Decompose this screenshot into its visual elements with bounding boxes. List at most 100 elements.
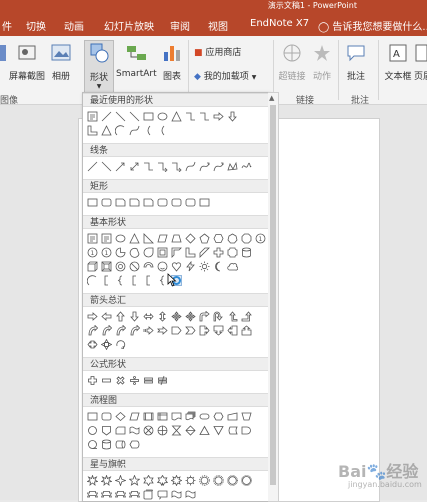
scroll-up-icon[interactable]: ▲ <box>269 94 274 102</box>
fc-doc-shape-icon[interactable] <box>171 411 182 422</box>
arrow-ud-shape-icon[interactable] <box>157 311 168 322</box>
pent-shape-icon[interactable] <box>199 233 210 244</box>
elbow-shape-icon[interactable] <box>185 111 196 122</box>
circle-n-shape-icon[interactable]: 1 <box>87 247 98 258</box>
rtri-shape-icon[interactable] <box>143 233 154 244</box>
star32-shape-icon[interactable] <box>241 475 252 486</box>
fc-manualop-shape-icon[interactable] <box>241 411 252 422</box>
round-rect-shape-icon[interactable] <box>171 197 182 208</box>
arrow-quad-shape-icon[interactable] <box>171 311 182 322</box>
fc-delay-shape-icon[interactable] <box>241 425 252 436</box>
sun-shape-icon[interactable] <box>199 261 210 272</box>
freeform-shape-icon[interactable] <box>227 161 238 172</box>
tell-me-box[interactable]: ◯ 告诉我您想要做什么... <box>318 18 427 33</box>
smartart-button[interactable]: SmartArt <box>116 42 157 79</box>
tab-transitions[interactable]: 切换 <box>26 18 46 33</box>
line-diag-shape-icon[interactable] <box>115 111 126 122</box>
fc-connector-shape-icon[interactable] <box>87 425 98 436</box>
teardrop-shape-icon[interactable] <box>143 247 154 258</box>
circle-n-shape-icon[interactable]: 1 <box>101 247 112 258</box>
fc-sort-shape-icon[interactable] <box>185 425 196 436</box>
fc-junction-shape-icon[interactable] <box>143 425 154 436</box>
fc-process-shape-icon[interactable] <box>87 411 98 422</box>
diag-shape-icon[interactable] <box>199 247 210 258</box>
blockarc-shape-icon[interactable] <box>143 261 154 272</box>
fc-seq-shape-icon[interactable] <box>87 439 98 450</box>
arrow-striped-shape-icon[interactable] <box>143 325 154 336</box>
noentry-shape-icon[interactable] <box>129 261 140 272</box>
wave-shape-icon[interactable] <box>185 489 196 500</box>
elbow-shape-icon[interactable] <box>143 161 154 172</box>
cube-shape-icon[interactable] <box>87 261 98 272</box>
textbox-shape-icon[interactable] <box>87 111 98 122</box>
arrow-up-left-shape-icon[interactable] <box>227 311 238 322</box>
callout-right-shape-icon[interactable] <box>199 325 210 336</box>
elbow-arrow-shape-icon[interactable] <box>157 161 168 172</box>
plaque-shape-icon[interactable] <box>227 247 238 258</box>
scroll-h-shape-icon[interactable] <box>157 489 168 500</box>
callout-up-shape-icon[interactable] <box>241 325 252 336</box>
elbow-shape-icon[interactable] <box>199 111 210 122</box>
star24-shape-icon[interactable] <box>227 475 238 486</box>
tab-review[interactable]: 审阅 <box>170 18 190 33</box>
ribbon-shape-icon[interactable] <box>129 489 140 500</box>
arrow-down-shape-icon[interactable] <box>227 111 238 122</box>
arrow-curve-shape-icon[interactable] <box>87 325 98 336</box>
hyperlink-button[interactable]: 超链接 <box>278 42 306 82</box>
shapes-gallery[interactable]: 最近使用的形状线条矩形基本形状111箭头总汇公式形状流程图星与旗帜标注 <box>82 92 270 502</box>
callout-quad-shape-icon[interactable] <box>101 339 112 350</box>
chart-button[interactable]: 图表 <box>160 42 184 82</box>
star10-shape-icon[interactable] <box>185 475 196 486</box>
fc-merge-shape-icon[interactable] <box>213 425 224 436</box>
fc-stored-shape-icon[interactable] <box>227 425 238 436</box>
bevel-shape-icon[interactable] <box>101 261 112 272</box>
callout-left-shape-icon[interactable] <box>227 325 238 336</box>
star6-shape-icon[interactable] <box>143 475 154 486</box>
tab-endnote[interactable]: EndNote X7 <box>250 18 309 29</box>
arrow-up-shape-icon[interactable] <box>115 311 126 322</box>
hex-shape-icon[interactable] <box>213 233 224 244</box>
snip-shape-icon[interactable] <box>115 197 126 208</box>
star8-shape-icon[interactable] <box>171 475 182 486</box>
ribbon-shape-icon[interactable] <box>101 489 112 500</box>
oval-shape-icon[interactable] <box>157 111 168 122</box>
curve-shape-icon[interactable] <box>129 125 140 136</box>
elbow-arrow-shape-icon[interactable] <box>171 161 182 172</box>
donut-shape-icon[interactable] <box>115 261 126 272</box>
arrow-right-shape-icon[interactable] <box>213 111 224 122</box>
paren-shape-icon[interactable] <box>157 125 168 136</box>
arrow-line-shape-icon[interactable] <box>115 161 126 172</box>
my-addins-button[interactable]: ◆ 我的加载项 ▼ <box>194 69 256 82</box>
header-button[interactable]: 页眉 <box>414 42 427 82</box>
textbox-shape-icon[interactable] <box>87 233 98 244</box>
curve-shape-icon[interactable] <box>185 161 196 172</box>
textbox-button[interactable]: A 文本框 <box>382 42 414 82</box>
wave-shape-icon[interactable] <box>171 489 182 500</box>
bracket-shape-icon[interactable] <box>143 275 154 286</box>
brace-shape-icon[interactable] <box>115 275 126 286</box>
trap-shape-icon[interactable] <box>171 233 182 244</box>
curve-arrow-shape-icon[interactable] <box>199 161 210 172</box>
fc-term-shape-icon[interactable] <box>199 411 210 422</box>
corner-shape-icon[interactable] <box>87 125 98 136</box>
store-button[interactable]: ■ 应用商店 <box>194 45 241 58</box>
chord-shape-icon[interactable] <box>129 247 140 258</box>
fc-multidoc-shape-icon[interactable] <box>185 411 196 422</box>
ribbon-shape-icon[interactable] <box>87 489 98 500</box>
math-mult-shape-icon[interactable] <box>115 375 126 386</box>
fc-tape-shape-icon[interactable] <box>129 425 140 436</box>
arc-shape-icon[interactable] <box>87 275 98 286</box>
round-rect-shape-icon[interactable] <box>185 197 196 208</box>
textbox-shape-icon[interactable] <box>101 233 112 244</box>
tri-shape-icon[interactable] <box>171 111 182 122</box>
tri-shape-icon[interactable] <box>129 233 140 244</box>
line-diag-shape-icon[interactable] <box>129 111 140 122</box>
rect-shape-icon[interactable] <box>199 197 210 208</box>
bracket-shape-icon[interactable] <box>129 275 140 286</box>
arrow-left-shape-icon[interactable] <box>101 311 112 322</box>
arrow-bent-up-shape-icon[interactable] <box>241 311 252 322</box>
star5-shape-icon[interactable] <box>129 475 140 486</box>
bolt-shape-icon[interactable] <box>185 261 196 272</box>
line-shape-icon[interactable] <box>87 161 98 172</box>
tab-file[interactable]: 件 <box>2 18 12 33</box>
